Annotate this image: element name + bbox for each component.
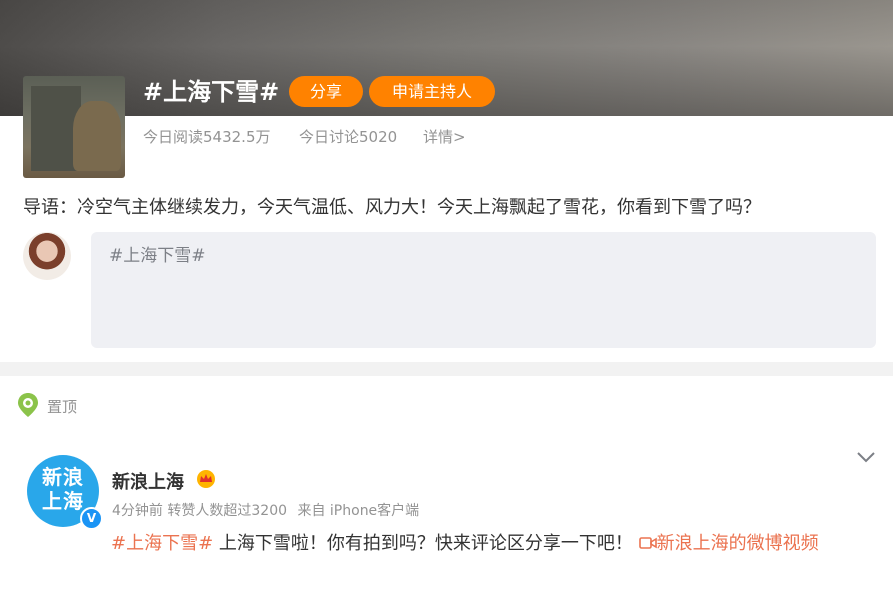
topic-cover-image [23, 76, 125, 178]
post-composer[interactable]: #上海下雪# [91, 232, 876, 348]
section-divider [0, 362, 893, 376]
pinned-label: 置顶 [47, 398, 78, 416]
author-name[interactable]: 新浪上海 [112, 468, 184, 494]
topic-title: #上海下雪# [143, 78, 280, 106]
post-reposts: 转赞人数超过3200 [167, 503, 288, 519]
video-camera-icon[interactable] [638, 536, 657, 550]
post-meta: 4分钟前 转赞人数超过3200 来自 iPhone客户端 [112, 500, 419, 520]
post-source: 来自 iPhone客户端 [297, 503, 420, 519]
chevron-down-icon[interactable] [856, 450, 876, 464]
composer-placeholder: #上海下雪# [109, 246, 206, 266]
current-user-avatar[interactable] [23, 232, 71, 280]
discussions-stat: 今日讨论5020 [299, 128, 398, 146]
crown-icon [197, 470, 215, 488]
post-content: #上海下雪# 上海下雪啦！你有拍到吗？快来评论区分享一下吧！ 新浪上海的微博视频 [111, 526, 871, 562]
avatar-logo-line1: 新浪 [42, 465, 84, 489]
reads-stat: 今日阅读5432.5万 [143, 128, 271, 146]
cover-tree-shape [73, 101, 121, 171]
details-link[interactable]: 详情> [423, 126, 466, 147]
pinned-location-icon [18, 393, 38, 417]
post-time[interactable]: 4分钟前 [112, 503, 163, 519]
video-link[interactable]: 新浪上海的微博视频 [657, 533, 819, 554]
author-avatar-logo: 新浪 上海 [33, 465, 93, 513]
post-hashtag[interactable]: #上海下雪# [111, 533, 213, 554]
topic-intro: 导语：冷空气主体继续发力，今天气温低、风力大！今天上海飘起了雪花，你看到下雪了吗… [23, 197, 761, 218]
share-button[interactable]: 分享 [289, 76, 363, 107]
apply-host-button[interactable]: 申请主持人 [369, 76, 495, 107]
post-body: 上海下雪啦！你有拍到吗？快来评论区分享一下吧！ [213, 533, 639, 554]
verified-badge-icon: V [80, 507, 103, 530]
